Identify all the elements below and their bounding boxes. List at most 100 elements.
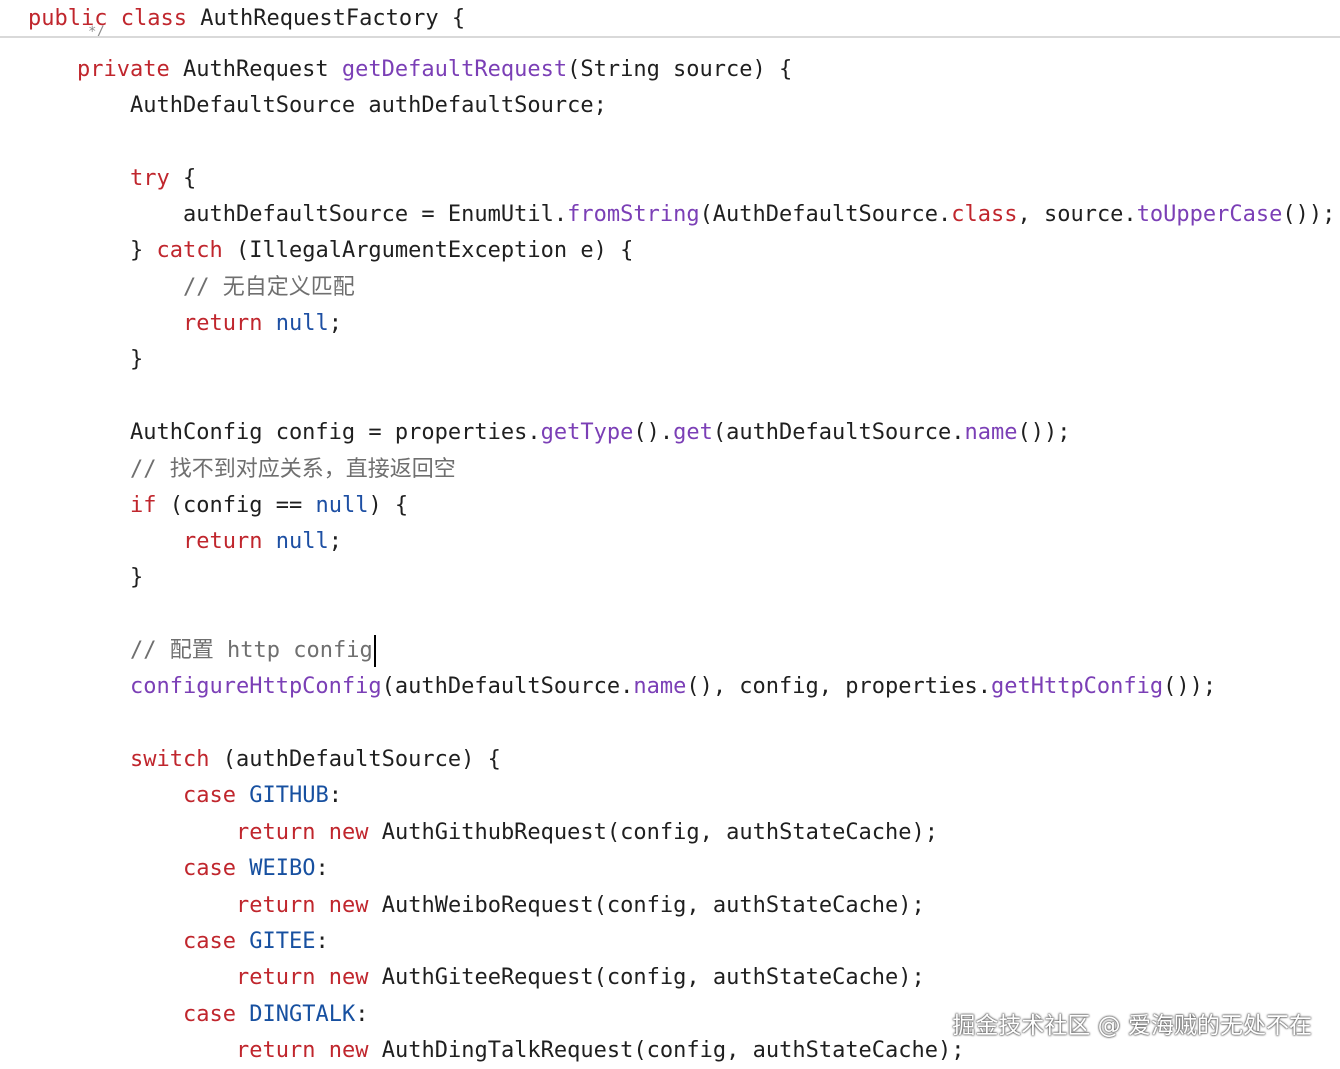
method-name: configureHttpConfig bbox=[130, 674, 382, 699]
code-line-return-null: return null; bbox=[183, 306, 342, 342]
keyword: if bbox=[130, 493, 157, 518]
code-line-switch: switch (authDefaultSource) { bbox=[130, 742, 501, 778]
keyword: switch bbox=[130, 747, 210, 772]
code-line-variable-declaration: AuthDefaultSource authDefaultSource; bbox=[130, 88, 607, 124]
literal: null bbox=[315, 493, 369, 518]
code-text: { bbox=[183, 166, 197, 191]
code-text: } bbox=[130, 238, 144, 263]
code-line-catch: } catch (IllegalArgumentException e) { bbox=[130, 233, 633, 269]
code-line-case: case GITEE: bbox=[183, 924, 329, 960]
code-line-case: case GITHUB: bbox=[183, 778, 342, 814]
method-name: toUpperCase bbox=[1136, 202, 1283, 227]
keyword: class bbox=[951, 202, 1018, 227]
code-text: : bbox=[355, 1002, 369, 1027]
text-caret bbox=[373, 635, 376, 667]
code-text: (), config, properties. bbox=[686, 674, 991, 699]
method-name: fromString bbox=[567, 202, 700, 227]
keyword: case bbox=[183, 929, 236, 954]
code-text: AuthDefaultSource authDefaultSource; bbox=[130, 93, 607, 118]
code-line-closing-brace: } bbox=[130, 342, 143, 378]
code-text: } bbox=[130, 565, 144, 590]
code-text: AuthConfig config = properties. bbox=[130, 420, 541, 445]
code-line-if-null-check: if (config == null) { bbox=[130, 488, 408, 524]
comment-slashes: // bbox=[130, 457, 157, 482]
code-line-comment: // 找不到对应关系，直接返回空 bbox=[130, 452, 456, 488]
method-name: getHttpConfig bbox=[990, 674, 1164, 699]
method-name: name bbox=[964, 420, 1018, 445]
watermark: 掘金技术社区 @ 爱海贼的无处不在 bbox=[952, 1013, 1312, 1039]
keyword: return bbox=[183, 529, 263, 554]
enum-constant: GITHUB bbox=[249, 783, 329, 808]
brace: { bbox=[451, 6, 466, 31]
keyword: new bbox=[328, 965, 369, 990]
keyword: new bbox=[328, 1038, 369, 1063]
code-text: ()); bbox=[1282, 202, 1336, 227]
code-text: ()); bbox=[1017, 420, 1071, 445]
keyword: return bbox=[236, 893, 316, 918]
code-text: AuthGithubRequest(config, authStateCache… bbox=[381, 820, 939, 845]
code-line-return-null: return null; bbox=[183, 524, 342, 560]
code-text: : bbox=[328, 783, 342, 808]
enum-constant: DINGTALK bbox=[249, 1002, 356, 1027]
code-line-comment-with-caret: // 配置 http config bbox=[130, 633, 376, 669]
code-text: (String source) { bbox=[567, 57, 793, 82]
method-name: get bbox=[673, 420, 713, 445]
literal: null bbox=[275, 311, 329, 336]
code-text: (). bbox=[633, 420, 674, 445]
keyword: return bbox=[236, 965, 316, 990]
code-text: } bbox=[130, 347, 144, 372]
code-text: (authDefaultSource. bbox=[381, 674, 634, 699]
code-text: : bbox=[315, 856, 329, 881]
code-text: authDefaultSource = EnumUtil. bbox=[183, 202, 568, 227]
code-text: , source. bbox=[1017, 202, 1137, 227]
code-text: ()); bbox=[1163, 674, 1217, 699]
code-text: : bbox=[315, 929, 329, 954]
code-text: AuthGiteeRequest(config, authStateCache)… bbox=[381, 965, 925, 990]
code-text: ; bbox=[328, 529, 342, 554]
code-text: AuthWeiboRequest(config, authStateCache)… bbox=[381, 893, 925, 918]
keyword: return bbox=[183, 311, 263, 336]
code-line-method-signature: private AuthRequest getDefaultRequest(St… bbox=[77, 52, 792, 88]
code-line-return-new: return new AuthDingTalkRequest(config, a… bbox=[236, 1033, 965, 1069]
code-text: AuthRequest bbox=[182, 57, 329, 82]
comment-text: http config bbox=[227, 638, 373, 663]
method-name: getDefaultRequest bbox=[341, 57, 568, 82]
keyword: try bbox=[130, 166, 170, 191]
method-name: name bbox=[633, 674, 687, 699]
comment-text: 找不到对应关系，直接返回空 bbox=[169, 457, 456, 482]
code-line-try: try { bbox=[130, 161, 196, 197]
comment-text: 配置 bbox=[169, 638, 214, 663]
code-line-case: case DINGTALK: bbox=[183, 997, 368, 1033]
keyword: case bbox=[183, 783, 236, 808]
keyword: class bbox=[120, 6, 187, 31]
keyword: return bbox=[236, 820, 316, 845]
code-line-enum-lookup: authDefaultSource = EnumUtil.fromString(… bbox=[183, 197, 1335, 233]
enum-constant: WEIBO bbox=[249, 856, 316, 881]
keyword: new bbox=[328, 893, 369, 918]
enum-constant: GITEE bbox=[249, 929, 316, 954]
keyword: catch bbox=[156, 238, 223, 263]
sticky-header-divider bbox=[0, 36, 1340, 38]
code-line-case: case WEIBO: bbox=[183, 851, 329, 887]
code-text: (authDefaultSource) { bbox=[222, 747, 501, 772]
keyword: case bbox=[183, 856, 236, 881]
code-line-configure-http: configureHttpConfig(authDefaultSource.na… bbox=[130, 669, 1216, 705]
comment-text: 无自定义匹配 bbox=[222, 275, 355, 300]
code-line-return-new: return new AuthGithubRequest(config, aut… bbox=[236, 815, 938, 851]
keyword: new bbox=[328, 820, 369, 845]
keyword: case bbox=[183, 1002, 236, 1027]
code-line-return-new: return new AuthWeiboRequest(config, auth… bbox=[236, 888, 925, 924]
code-text: (authDefaultSource. bbox=[712, 420, 965, 445]
code-line-comment: // 无自定义匹配 bbox=[183, 270, 355, 306]
code-text: (IllegalArgumentException e) { bbox=[235, 238, 634, 263]
code-text: AuthDingTalkRequest(config, authStateCac… bbox=[381, 1038, 965, 1063]
keyword: return bbox=[236, 1038, 316, 1063]
code-text: (AuthDefaultSource. bbox=[699, 202, 952, 227]
code-text: ) { bbox=[368, 493, 409, 518]
class-name: AuthRequestFactory bbox=[200, 6, 439, 31]
comment-slashes: // bbox=[130, 638, 157, 663]
code-line-auth-config: AuthConfig config = properties.getType()… bbox=[130, 415, 1070, 451]
code-line-closing-brace: } bbox=[130, 560, 143, 596]
literal: null bbox=[275, 529, 329, 554]
code-text: (config == bbox=[169, 493, 303, 518]
